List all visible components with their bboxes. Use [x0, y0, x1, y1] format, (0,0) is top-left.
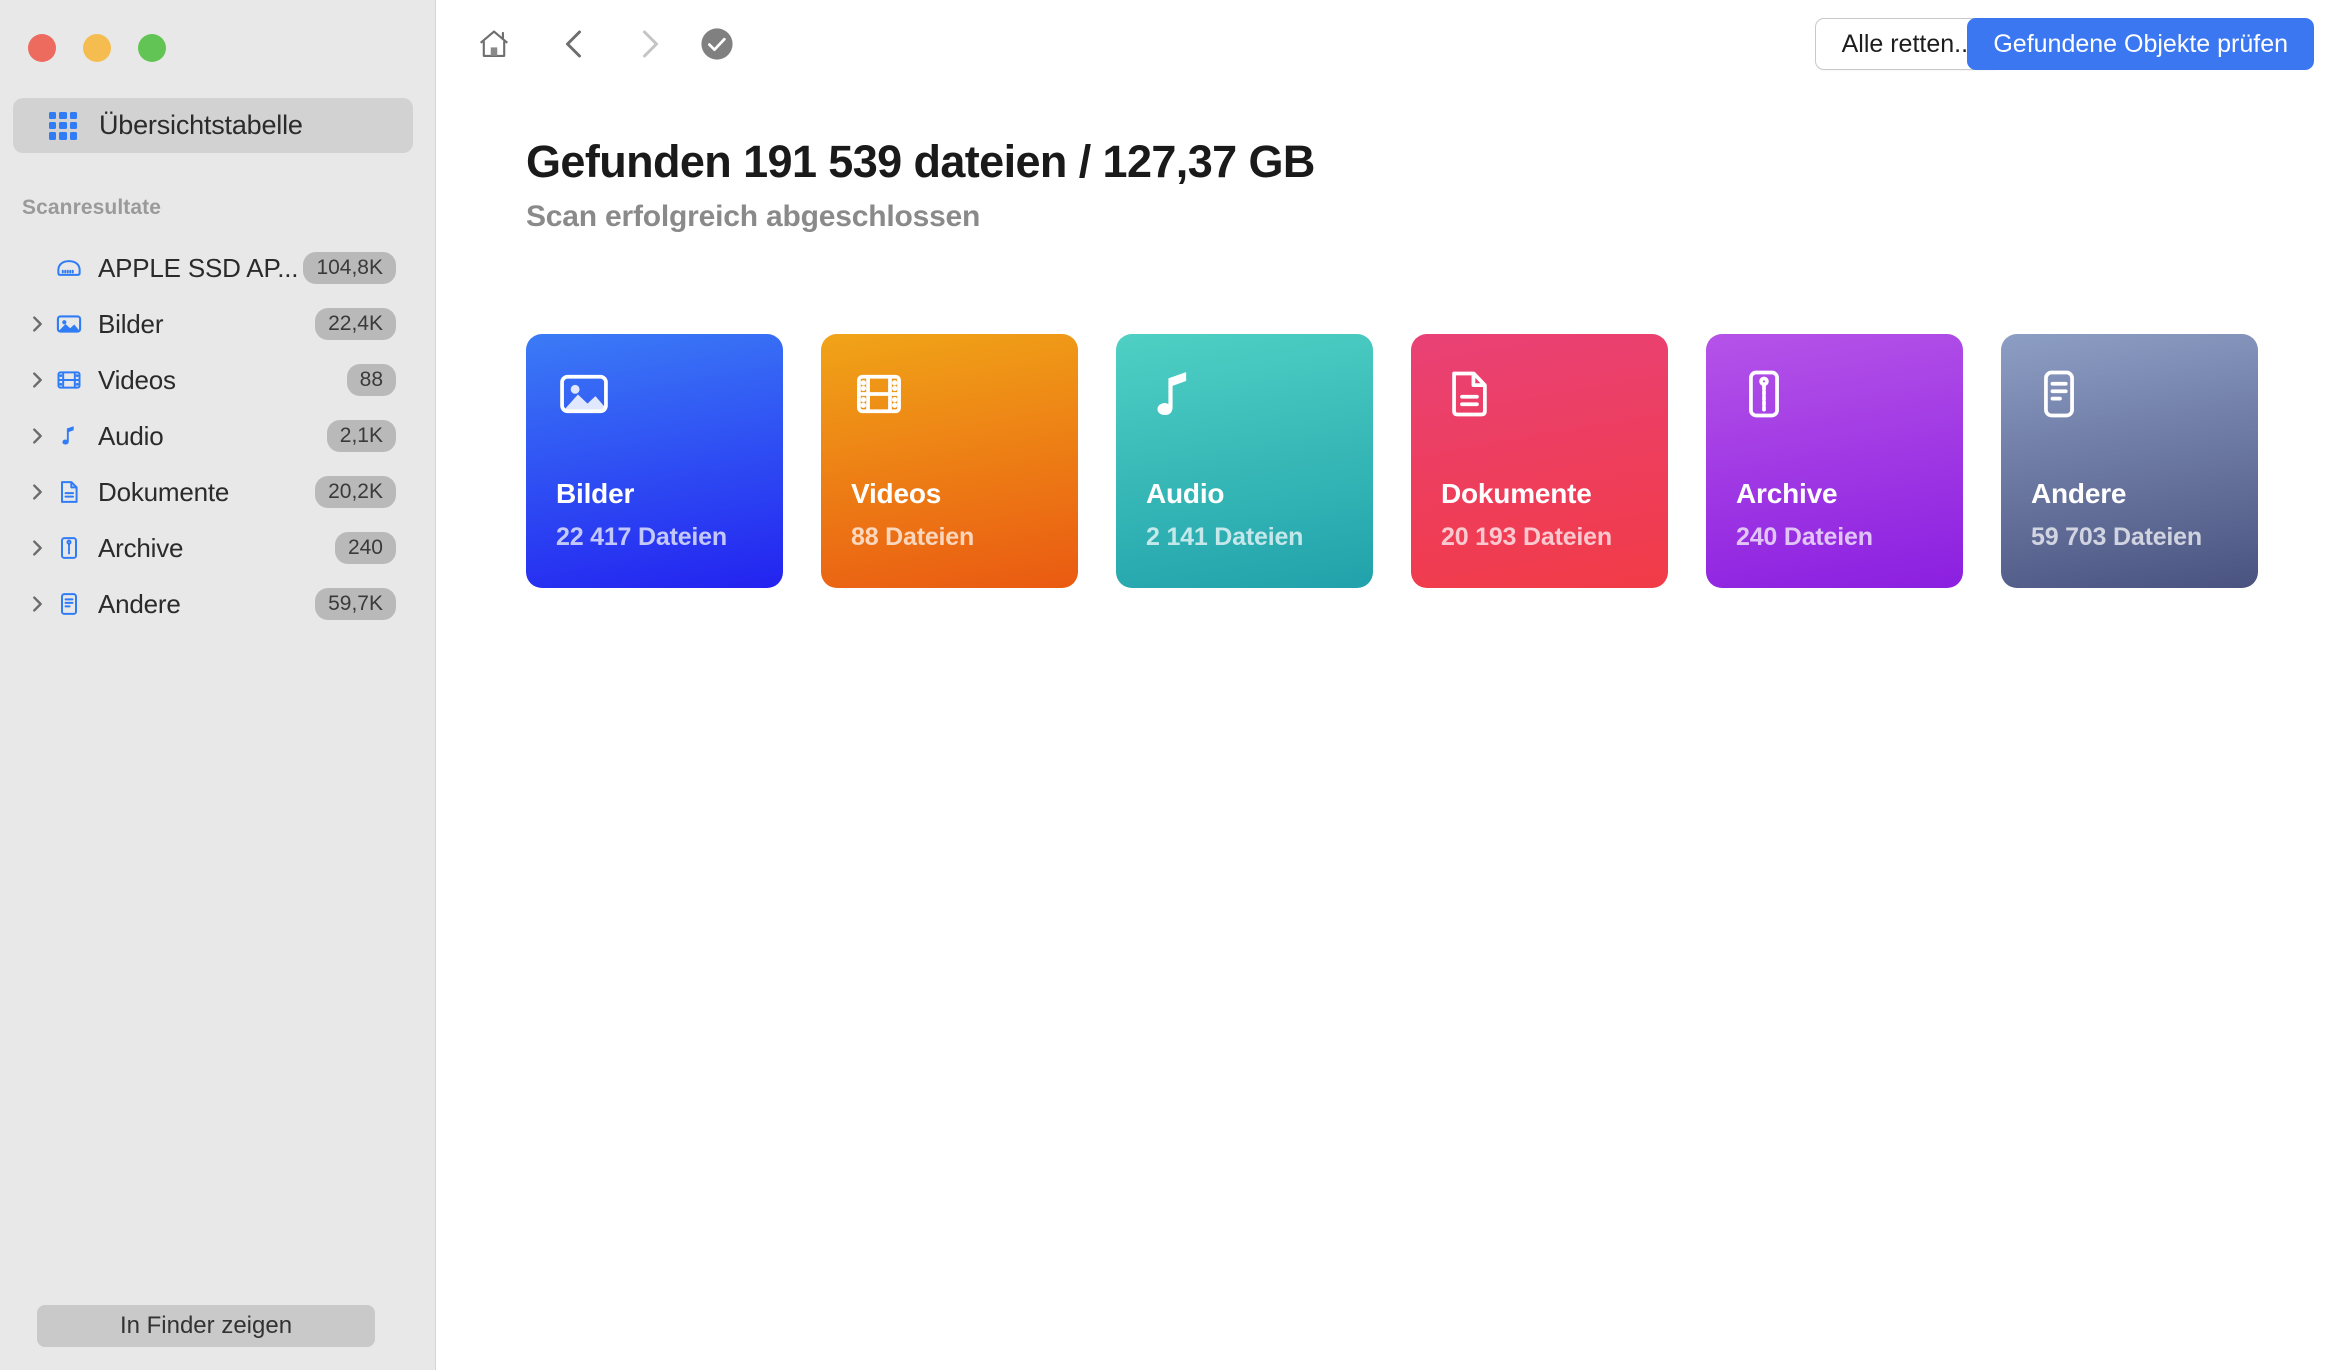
app-window: Übersichtstabelle Scanresultate APPLE SS… — [0, 0, 2350, 1370]
category-card-videos[interactable]: Videos 88 Dateien — [821, 334, 1078, 588]
sidebar-item-badge: 2,1K — [326, 420, 396, 452]
other-icon — [2031, 366, 2087, 422]
sidebar: Übersichtstabelle Scanresultate APPLE SS… — [0, 0, 436, 1370]
page-title: Gefunden 191 539 dateien / 127,37 GB — [526, 136, 1315, 187]
sidebar-item-dokumente[interactable]: Dokumente 20,2K — [0, 464, 436, 520]
chevron-right-icon[interactable] — [22, 369, 52, 391]
category-card-bilder[interactable]: Bilder 22 417 Dateien — [526, 334, 783, 588]
check-circle-icon — [700, 27, 734, 61]
forward-button — [623, 20, 675, 68]
music-icon — [1146, 366, 1202, 422]
chevron-right-icon — [631, 26, 667, 62]
sidebar-item-videos[interactable]: Videos 88 — [0, 352, 436, 408]
sidebar-item-badge: 88 — [346, 364, 396, 396]
category-card-archive[interactable]: Archive 240 Dateien — [1706, 334, 1963, 588]
show-in-finder-button[interactable]: In Finder zeigen — [37, 1305, 375, 1347]
document-icon — [1441, 366, 1497, 422]
card-title: Audio — [1146, 478, 1225, 509]
page-subtitle: Scan erfolgreich abgeschlossen — [526, 200, 981, 233]
chevron-right-icon[interactable] — [22, 481, 52, 503]
sidebar-item-audio[interactable]: Audio 2,1K — [0, 408, 436, 464]
archive-icon — [52, 531, 86, 565]
category-card-andere[interactable]: Andere 59 703 Dateien — [2001, 334, 2258, 588]
card-count: 2 141 Dateien — [1146, 523, 1304, 551]
sidebar-item-badge: 20,2K — [315, 476, 396, 508]
card-count: 20 193 Dateien — [1441, 523, 1612, 551]
archive-icon — [1736, 366, 1792, 422]
card-count: 22 417 Dateien — [556, 523, 727, 551]
sidebar-item-label: Andere — [98, 588, 181, 619]
card-title: Videos — [851, 478, 942, 509]
film-icon — [52, 363, 86, 397]
sidebar-item-label: Bilder — [98, 308, 164, 339]
category-cards: Bilder 22 417 Dateien Videos 88 Dateien … — [526, 334, 2258, 588]
sidebar-item-overview[interactable]: Übersichtstabelle — [13, 98, 413, 153]
sidebar-section-title: Scanresultate — [22, 196, 162, 219]
review-found-items-button[interactable]: Gefundene Objekte prüfen — [1967, 18, 2314, 70]
sidebar-tree: APPLE SSD AP... 104,8K Bilder 22,4K Vide… — [0, 240, 436, 632]
card-title: Andere — [2031, 478, 2127, 509]
card-count: 59 703 Dateien — [2031, 523, 2202, 551]
category-card-audio[interactable]: Audio 2 141 Dateien — [1116, 334, 1373, 588]
minimize-button[interactable] — [83, 34, 111, 62]
sidebar-item-bilder[interactable]: Bilder 22,4K — [0, 296, 436, 352]
sidebar-item-andere[interactable]: Andere 59,7K — [0, 576, 436, 632]
sidebar-item-badge: 240 — [334, 532, 396, 564]
close-button[interactable] — [28, 34, 56, 62]
sidebar-item-disk[interactable]: APPLE SSD AP... 104,8K — [0, 240, 436, 296]
card-title: Bilder — [556, 478, 635, 509]
card-count: 240 Dateien — [1736, 523, 1873, 551]
sidebar-item-label: Dokumente — [98, 476, 230, 507]
home-button[interactable] — [468, 20, 520, 68]
sidebar-item-label: Videos — [98, 364, 176, 395]
sidebar-item-badge: 104,8K — [303, 252, 396, 284]
back-button[interactable] — [549, 20, 601, 68]
category-card-dokumente[interactable]: Dokumente 20 193 Dateien — [1411, 334, 1668, 588]
chevron-right-icon[interactable] — [22, 313, 52, 335]
sidebar-item-badge: 22,4K — [315, 308, 396, 340]
film-icon — [851, 366, 907, 422]
sidebar-item-label: APPLE SSD AP... — [98, 252, 299, 283]
music-icon — [52, 419, 86, 453]
chevron-right-icon[interactable] — [22, 425, 52, 447]
sidebar-item-overview-label: Übersichtstabelle — [99, 110, 303, 140]
zoom-button[interactable] — [138, 34, 166, 62]
image-icon — [556, 366, 612, 422]
card-count: 88 Dateien — [851, 523, 975, 551]
disk-icon — [52, 251, 86, 285]
scan-status-button[interactable] — [691, 20, 743, 68]
chevron-right-icon[interactable] — [22, 537, 52, 559]
card-title: Archive — [1736, 478, 1838, 509]
window-controls — [28, 34, 166, 62]
sidebar-item-badge: 59,7K — [315, 588, 396, 620]
sidebar-item-label: Audio — [98, 420, 164, 451]
image-icon — [52, 307, 86, 341]
sidebar-item-label: Archive — [98, 532, 184, 563]
document-icon — [52, 475, 86, 509]
card-title: Dokumente — [1441, 478, 1592, 509]
chevron-right-icon[interactable] — [22, 593, 52, 615]
other-icon — [52, 587, 86, 621]
sidebar-item-archive[interactable]: Archive 240 — [0, 520, 436, 576]
main-content: Alle retten... Gefundene Objekte prüfen … — [436, 0, 2350, 1370]
chevron-left-icon — [557, 26, 593, 62]
toolbar: Alle retten... Gefundene Objekte prüfen — [436, 0, 2350, 88]
home-icon — [477, 27, 511, 61]
grid-icon — [49, 111, 77, 140]
